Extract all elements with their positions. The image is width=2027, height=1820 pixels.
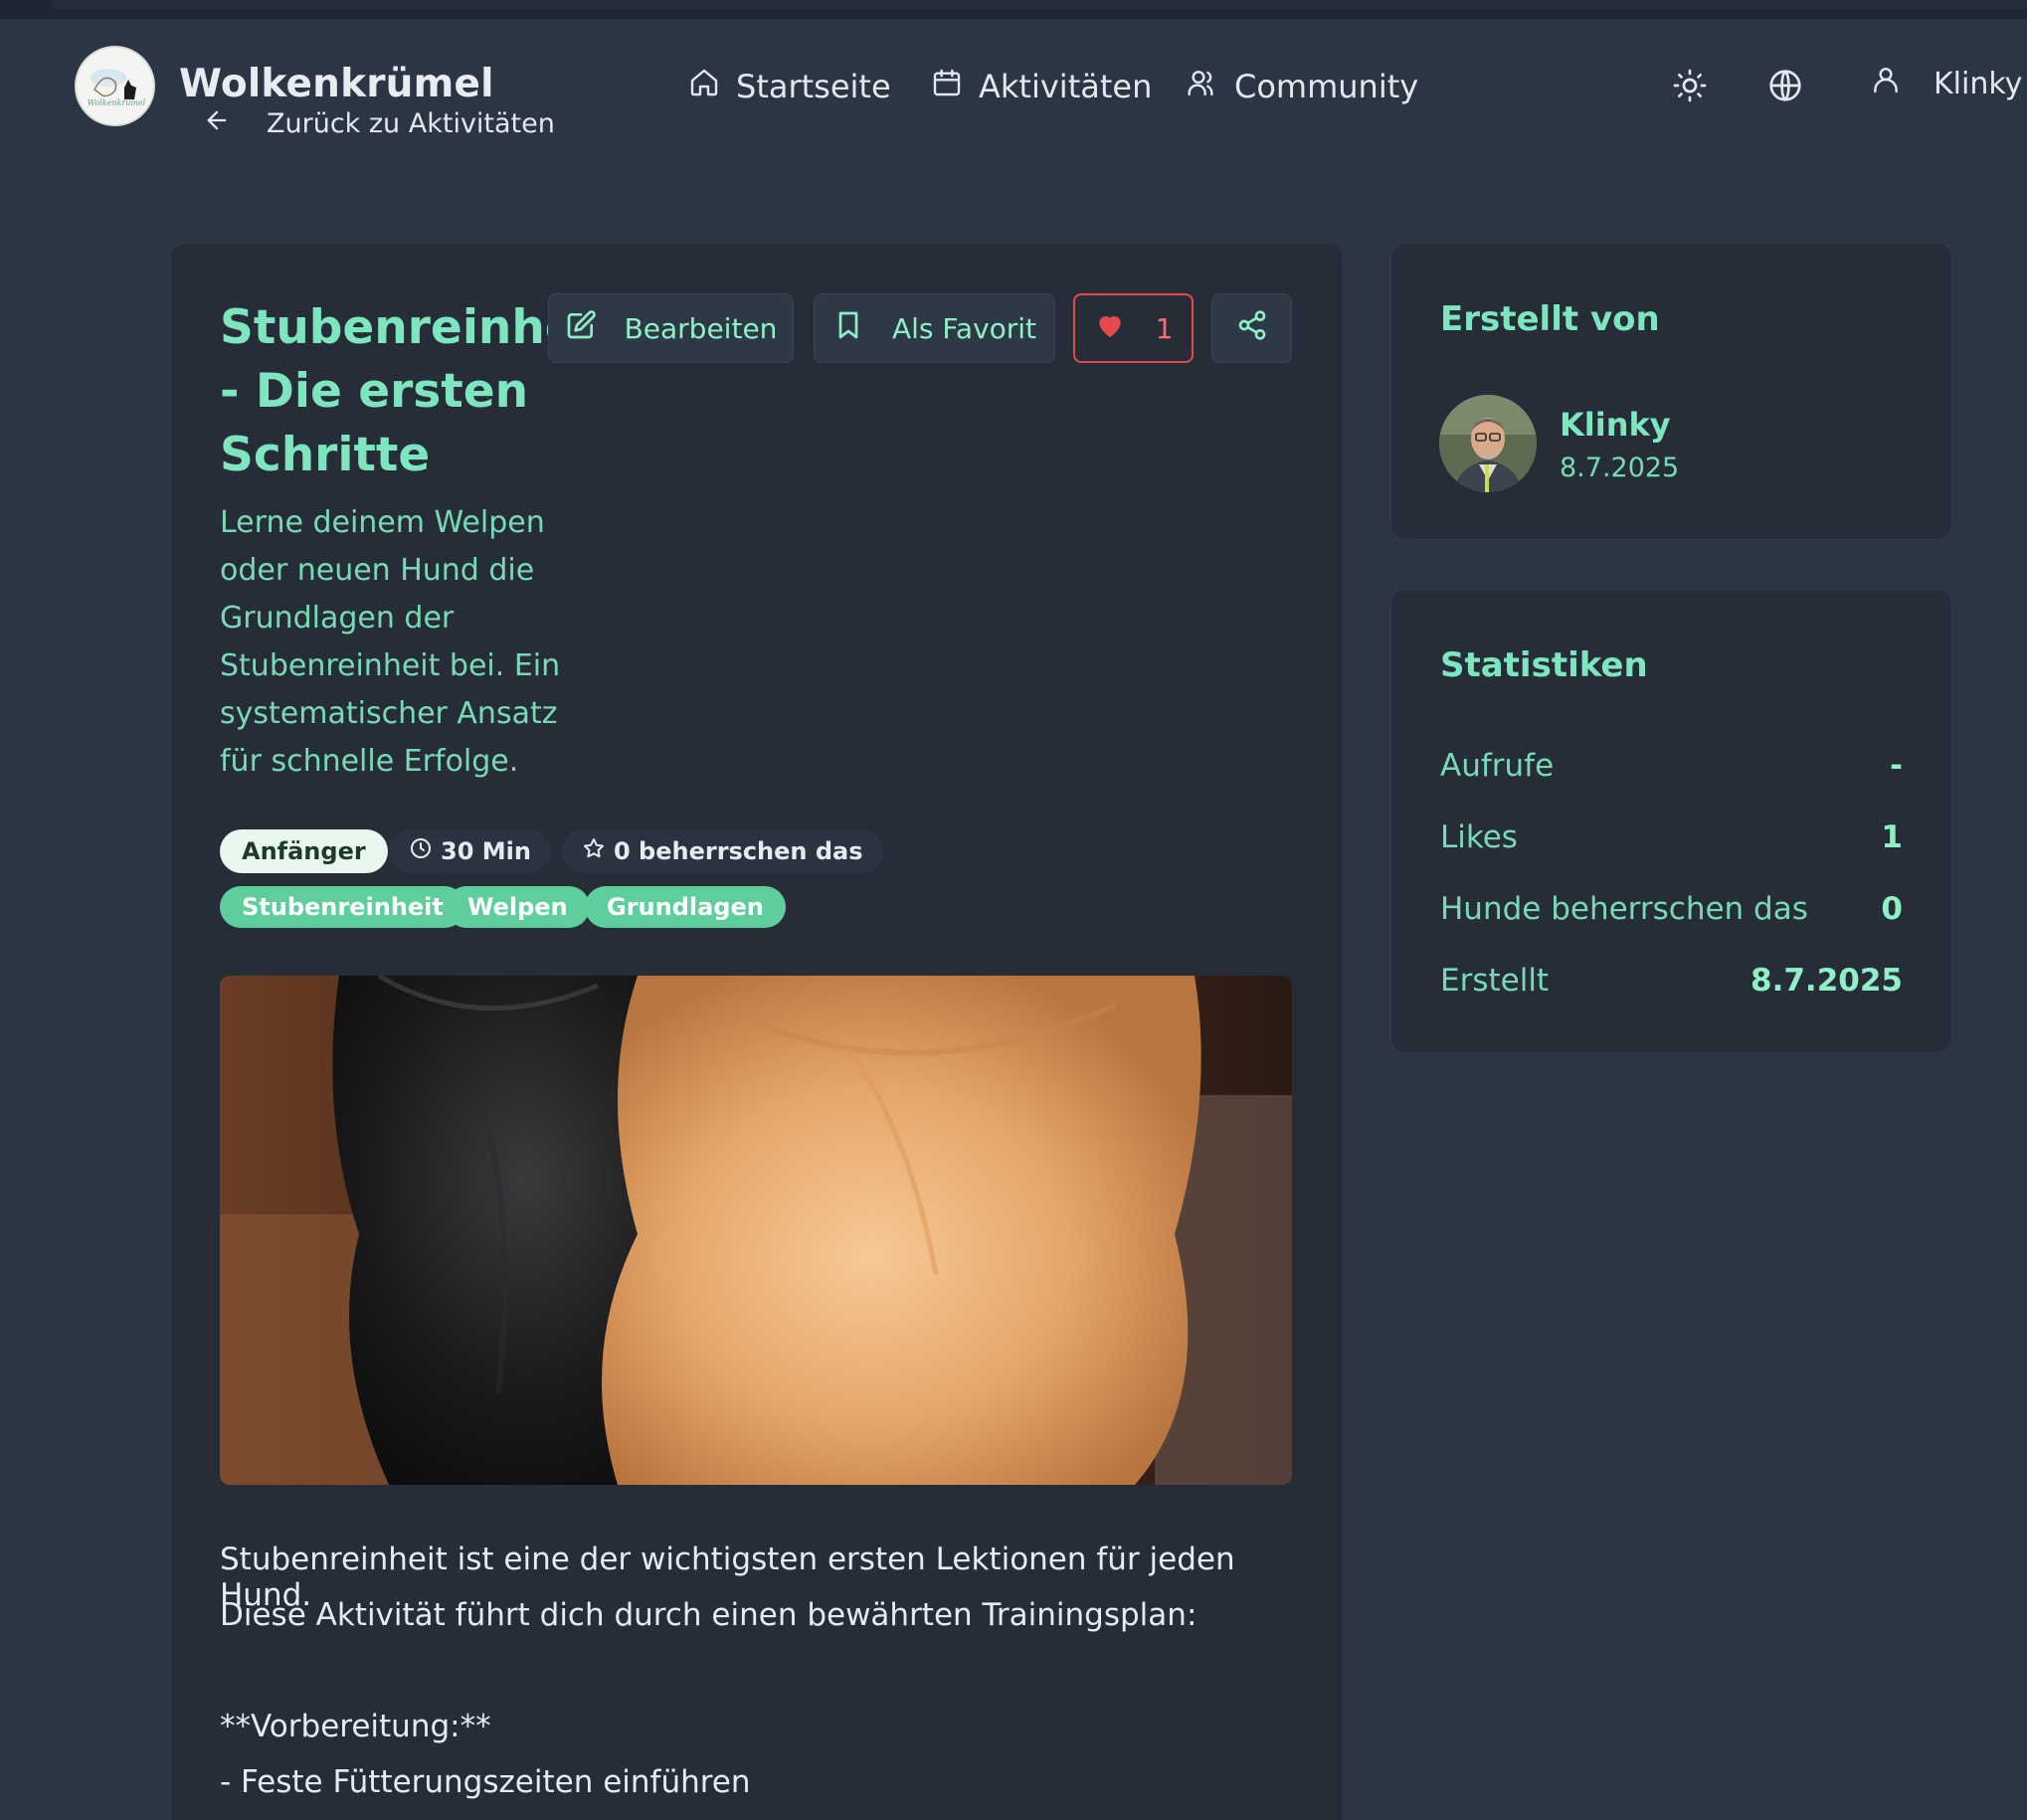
- stat-label: Hunde beherrschen das: [1440, 891, 1808, 927]
- stat-row-created: Erstellt 8.7.2025: [1440, 963, 1903, 999]
- stat-label: Erstellt: [1440, 963, 1550, 999]
- browser-tab-edge: [52, 0, 2027, 9]
- level-badge: Anfänger: [220, 829, 388, 873]
- edit-button[interactable]: Bearbeiten: [548, 293, 794, 363]
- back-link-label: Zurück zu Aktivitäten: [267, 107, 555, 139]
- stats-heading: Statistiken: [1440, 645, 1648, 685]
- stat-label: Aufrufe: [1440, 748, 1555, 784]
- stat-value: 0: [1881, 891, 1903, 927]
- creator-date: 8.7.2025: [1560, 453, 1680, 483]
- stat-row-likes: Likes 1: [1440, 819, 1903, 855]
- mastered-label: 0 beherrschen das: [614, 837, 863, 865]
- svg-text:Wolkenkrümel: Wolkenkrümel: [88, 98, 146, 107]
- like-button[interactable]: 1: [1073, 293, 1194, 363]
- home-icon: [688, 67, 720, 106]
- tag-stubenreinheit[interactable]: Stubenreinheit: [220, 886, 465, 928]
- stat-label: Likes: [1440, 819, 1518, 855]
- activity-title: Stubenreinheit - Die ersten Schritte: [220, 300, 616, 482]
- dogs-photo-illustration: [220, 976, 1292, 1485]
- nav-label: Aktivitäten: [979, 68, 1153, 105]
- avatar[interactable]: [1439, 395, 1537, 492]
- favorite-button[interactable]: Als Favorit: [814, 293, 1055, 363]
- edit-icon: [565, 309, 597, 348]
- creator-heading: Erstellt von: [1440, 299, 1660, 339]
- duration-badge: 30 Min: [389, 829, 551, 873]
- duration-label: 30 Min: [441, 837, 531, 865]
- stat-row-views: Aufrufe -: [1440, 748, 1903, 784]
- stat-value: 8.7.2025: [1751, 963, 1903, 999]
- user-menu[interactable]: Klinky: [1870, 64, 2022, 103]
- tag-grundlagen[interactable]: Grundlagen: [585, 886, 786, 928]
- user-name: Klinky: [1934, 66, 2023, 101]
- users-icon: [1187, 67, 1218, 106]
- content-line: Diese Aktivität führt dich durch einen b…: [220, 1597, 1198, 1633]
- back-to-activities-link[interactable]: Zurück zu Aktivitäten: [203, 105, 555, 141]
- nav-label: Startseite: [736, 68, 891, 105]
- activity-description: Lerne deinem Welpen oder neuen Hund die …: [220, 505, 561, 779]
- activity-image: [220, 976, 1292, 1485]
- browser-top-strip: [0, 0, 2027, 19]
- edit-button-label: Bearbeiten: [624, 311, 778, 345]
- user-icon: [1870, 64, 1902, 103]
- stat-value: 1: [1881, 819, 1903, 855]
- tag-welpen[interactable]: Welpen: [446, 886, 590, 928]
- stat-row-mastered: Hunde beherrschen das 0: [1440, 891, 1903, 927]
- bookmark-icon: [832, 309, 864, 348]
- avatar-portrait: [1439, 395, 1537, 492]
- star-icon: [582, 836, 606, 866]
- favorite-button-label: Als Favorit: [891, 311, 1037, 345]
- nav-community[interactable]: Community: [1187, 64, 1418, 109]
- stat-value: -: [1890, 748, 1903, 784]
- nav-label: Community: [1234, 68, 1419, 105]
- creator-card: [1390, 243, 1952, 540]
- brand-name[interactable]: Wolkenkrümel: [179, 62, 494, 106]
- nav-startseite[interactable]: Startseite: [688, 64, 891, 109]
- share-icon: [1236, 309, 1268, 348]
- content-line: - Feste Fütterungszeiten einführen: [220, 1764, 751, 1800]
- creator-name[interactable]: Klinky: [1560, 406, 1671, 444]
- language-globe-icon[interactable]: [1767, 68, 1803, 103]
- clock-icon: [409, 836, 433, 866]
- mastered-badge: 0 beherrschen das: [562, 829, 883, 873]
- logo[interactable]: Wolkenkrümel: [75, 46, 155, 126]
- calendar-icon: [931, 67, 963, 106]
- like-count: 1: [1155, 311, 1174, 345]
- arrow-left-icon: [203, 106, 231, 141]
- logo-illustration: Wolkenkrümel: [77, 48, 153, 124]
- nav-aktivitaeten[interactable]: Aktivitäten: [931, 64, 1152, 109]
- share-button[interactable]: [1211, 293, 1292, 363]
- content-line: **Vorbereitung:**: [220, 1709, 491, 1744]
- theme-toggle-sun-icon[interactable]: [1672, 68, 1708, 103]
- heart-icon: [1094, 309, 1126, 348]
